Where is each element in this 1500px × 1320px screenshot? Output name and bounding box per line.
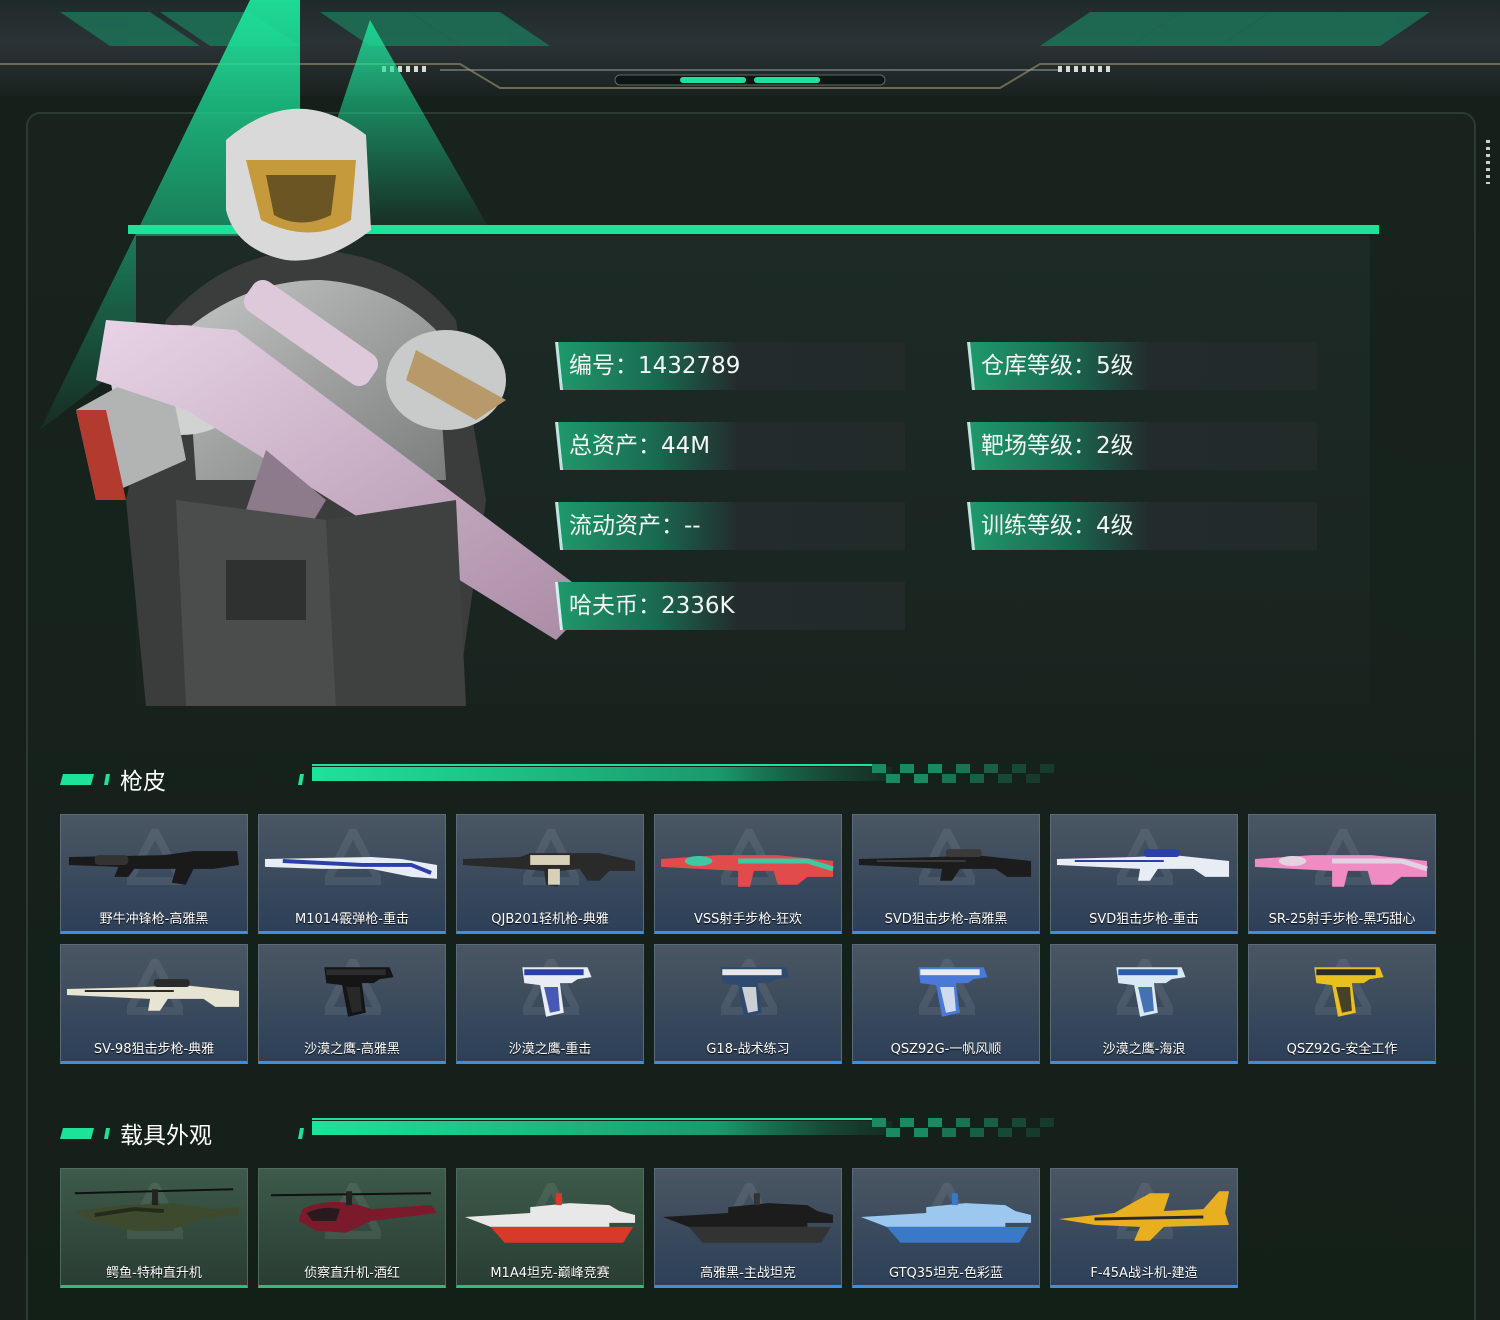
gun-skin-name: SV-98狙击步枪-典雅 — [93, 1042, 215, 1057]
section-bar-decoration — [312, 764, 1054, 783]
vehicle-skin-name: 鳄鱼-特种直升机 — [106, 1266, 202, 1281]
scout-helicopter-icon — [270, 1191, 438, 1233]
pistol-icon — [324, 967, 394, 1017]
sniper-rifle-icon — [1056, 849, 1230, 881]
gun-skin-name: 沙漠之鹰-重击 — [508, 1042, 592, 1057]
vehicle-skin-card[interactable]: 侦察直升机-酒红 — [258, 1168, 446, 1288]
vehicle-skin-name: M1A4坦克-巅峰竞赛 — [490, 1266, 610, 1281]
sniper-rifle-icon — [858, 849, 1032, 881]
sniper-rifle-icon — [66, 979, 240, 1011]
section-bar-decoration — [312, 1118, 1054, 1137]
gun-skin-card[interactable]: VSS射手步枪-狂欢 — [654, 814, 842, 934]
vehicle-skin-name: F-45A战斗机-建造 — [1090, 1266, 1198, 1281]
vehicle-skin-name: 侦察直升机-酒红 — [304, 1266, 400, 1281]
section-title-gun-skins: 枪皮 — [120, 769, 166, 795]
vehicle-skin-name: 高雅黑-主战坦克 — [700, 1266, 796, 1281]
gun-skin-name: QJB201轻机枪-典雅 — [491, 912, 609, 927]
vehicle-skin-card[interactable]: 高雅黑-主战坦克 — [654, 1168, 842, 1288]
gun-skin-name: SR-25射手步枪-黑巧甜心 — [1268, 912, 1416, 927]
tank-icon — [464, 1193, 636, 1243]
fighter-jet-icon — [1058, 1191, 1230, 1241]
smg-icon — [68, 851, 240, 885]
pistol-icon — [720, 967, 790, 1017]
vehicle-skin-name: GTQ35坦克-色彩蓝 — [888, 1266, 1004, 1281]
attack-helicopter-icon — [74, 1188, 240, 1231]
pistol-icon — [1116, 967, 1186, 1017]
gun-skin-name: M1014霰弹枪-重击 — [295, 912, 409, 927]
shotgun-icon — [264, 857, 438, 879]
gun-skin-name: VSS射手步枪-狂欢 — [693, 912, 803, 927]
marksman-rifle-icon — [660, 855, 834, 887]
gun-skin-card[interactable]: G18-战术练习 — [654, 944, 842, 1064]
vehicle-skin-card[interactable]: 鳄鱼-特种直升机 — [60, 1168, 248, 1288]
stat-total-assets: 总资产：44M — [555, 422, 905, 470]
gun-skin-name: QSZ92G-安全工作 — [1286, 1042, 1398, 1057]
gun-skin-card[interactable]: 沙漠之鹰-高雅黑 — [258, 944, 446, 1064]
vehicle-skin-card[interactable]: M1A4坦克-巅峰竞赛 — [456, 1168, 644, 1288]
gun-skin-name: 野牛冲锋枪-高雅黑 — [99, 912, 209, 927]
marksman-rifle-icon — [1254, 855, 1428, 887]
pistol-icon — [918, 967, 988, 1017]
gun-skin-card[interactable]: M1014霰弹枪-重击 — [258, 814, 446, 934]
section-title-vehicle-skins: 载具外观 — [120, 1123, 212, 1149]
scroll-indicator[interactable] — [1486, 140, 1490, 184]
lmg-icon — [462, 853, 636, 887]
gun-skin-card[interactable]: QSZ92G-一帆风顺 — [852, 944, 1040, 1064]
gun-skin-card[interactable]: 野牛冲锋枪-高雅黑 — [60, 814, 248, 934]
stat-hafu-coin: 哈夫币：2336K — [555, 582, 905, 630]
gun-skin-card[interactable]: QJB201轻机枪-典雅 — [456, 814, 644, 934]
gun-skin-name: SVD狙击步枪-高雅黑 — [884, 912, 1008, 927]
gun-skin-card[interactable]: SVD狙击步枪-高雅黑 — [852, 814, 1040, 934]
pistol-icon — [522, 967, 592, 1017]
section-header-vehicle-skins: 载具外观 — [60, 1118, 1060, 1152]
vehicle-skin-card[interactable]: F-45A战斗机-建造 — [1050, 1168, 1238, 1288]
gun-skin-name: G18-战术练习 — [706, 1042, 790, 1057]
vehicle-skin-card[interactable]: GTQ35坦克-色彩蓝 — [852, 1168, 1040, 1288]
gun-skin-card[interactable]: SVD狙击步枪-重击 — [1050, 814, 1238, 934]
gun-skin-name: SVD狙击步枪-重击 — [1089, 912, 1199, 927]
gun-skin-card[interactable]: QSZ92G-安全工作 — [1248, 944, 1436, 1064]
gun-skin-card[interactable]: SV-98狙击步枪-典雅 — [60, 944, 248, 1064]
stat-training-level: 训练等级：4级 — [967, 502, 1317, 550]
tank-icon — [860, 1193, 1032, 1243]
gun-skin-card[interactable]: 沙漠之鹰-重击 — [456, 944, 644, 1064]
stat-liquid-assets: 流动资产：-- — [555, 502, 905, 550]
gun-skin-name: 沙漠之鹰-海浪 — [1102, 1042, 1186, 1057]
operator-avatar — [76, 108, 596, 706]
section-header-gun-skins: 枪皮 — [60, 764, 1060, 798]
gun-skin-card[interactable]: SR-25射手步枪-黑巧甜心 — [1248, 814, 1436, 934]
stat-id: 编号：1432789 — [555, 342, 905, 390]
gun-skin-name: 沙漠之鹰-高雅黑 — [304, 1042, 400, 1057]
gun-skin-name: QSZ92G-一帆风顺 — [890, 1042, 1002, 1057]
gun-skin-card[interactable]: 沙漠之鹰-海浪 — [1050, 944, 1238, 1064]
tank-icon — [662, 1193, 834, 1243]
pistol-icon — [1314, 967, 1384, 1017]
stat-warehouse-level: 仓库等级：5级 — [967, 342, 1317, 390]
stat-range-level: 靶场等级：2级 — [967, 422, 1317, 470]
